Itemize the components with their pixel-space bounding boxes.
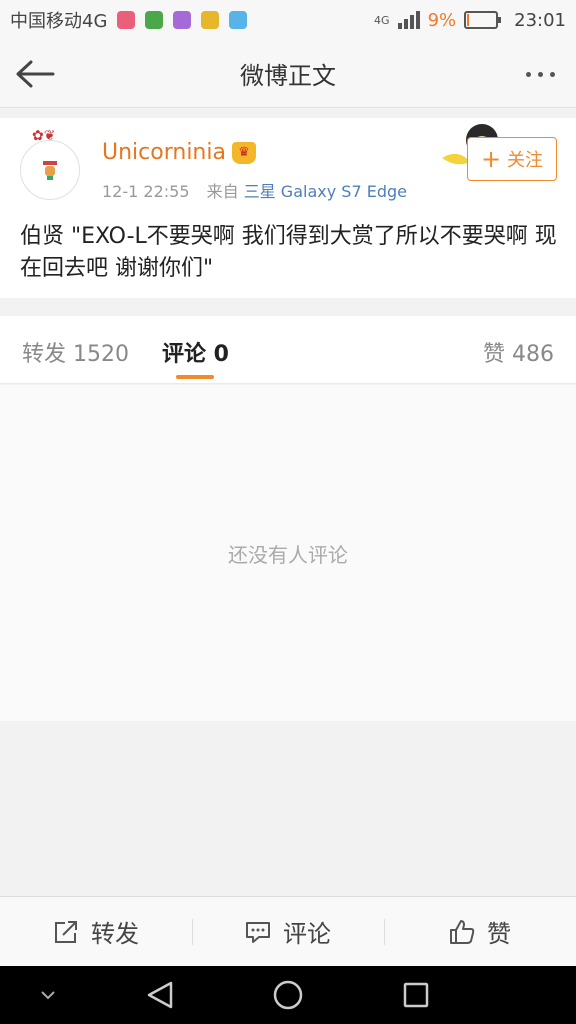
post-text: 伯贤 "EXO-L不要哭啊 我们得到大赏了所以不要哭啊 现在回去吧 谢谢你们" (20, 224, 557, 281)
follow-label: 关注 (507, 150, 544, 171)
crown-badge-icon: ♛ (231, 141, 256, 164)
plus-icon: + (480, 145, 502, 173)
comment-icon (246, 921, 270, 943)
circle-home-icon (273, 980, 303, 1010)
notification-icons (117, 11, 248, 29)
post-timestamp: 12-1 22:55 (102, 182, 190, 201)
triangle-back-icon (147, 981, 173, 1009)
status-bar: 中国移动4G 4G 9% 23:01 (0, 0, 576, 40)
tab-like[interactable]: 赞 486 (483, 336, 554, 368)
nav-back-button[interactable] (140, 966, 180, 1024)
repost-label: 转发 (91, 920, 139, 948)
like-button[interactable]: 赞 (384, 897, 576, 966)
empty-comments-text: 还没有人评论 (228, 542, 348, 567)
top-nav-bar: 微博正文 (0, 40, 576, 108)
app-notification-icon (201, 11, 220, 29)
post-meta: 12-1 22:55 来自 三星 Galaxy S7 Edge (102, 178, 407, 202)
more-dots-icon[interactable] (518, 60, 562, 88)
username[interactable]: Unicorninia (102, 140, 226, 165)
follow-button[interactable]: + 关注 (467, 137, 557, 181)
nav-recents-button[interactable] (396, 966, 436, 1024)
square-recents-icon (403, 982, 429, 1008)
app-notification-icon (173, 11, 192, 29)
bottom-action-bar: 转发 评论 赞 (0, 896, 576, 966)
system-nav-bar (0, 966, 576, 1024)
tab-repost[interactable]: 转发 1520 (22, 336, 129, 368)
post-card: ✿❦ Unicorninia ♛ 12-1 22:55 来自 三星 Galaxy… (0, 118, 576, 298)
chevron-down-icon (41, 991, 55, 1000)
interaction-tabs: 转发 1520 评论 0 赞 486 (0, 316, 576, 384)
battery-icon (464, 11, 502, 29)
thumbs-up-icon (450, 919, 475, 944)
app-notification-icon (229, 11, 248, 29)
comment-button[interactable]: 评论 (192, 897, 384, 966)
active-tab-indicator (176, 375, 214, 379)
tab-comment[interactable]: 评论 0 (162, 336, 229, 368)
comment-label: 评论 (283, 920, 331, 948)
network-type-badge: 4G (374, 13, 390, 27)
app-notification-icon (145, 11, 164, 29)
avatar[interactable] (20, 140, 80, 200)
app-notification-icon (117, 11, 136, 29)
signal-icon (397, 11, 420, 29)
repost-button[interactable]: 转发 (0, 897, 192, 966)
from-label: 来自 (206, 182, 239, 201)
repost-icon (55, 920, 77, 943)
collapse-nav-button[interactable] (30, 966, 66, 1024)
post-source-link[interactable]: 三星 Galaxy S7 Edge (244, 182, 407, 201)
like-label: 赞 (487, 920, 511, 948)
back-arrow-icon[interactable] (14, 54, 56, 94)
battery-percent: 9% (427, 9, 457, 31)
carrier-label: 中国移动4G (10, 11, 108, 32)
page-title: 微博正文 (240, 62, 336, 90)
clock: 23:01 (514, 9, 566, 31)
username-link[interactable]: Unicorninia ♛ (102, 140, 256, 165)
comments-area: 还没有人评论 (0, 385, 576, 721)
nav-home-button[interactable] (266, 966, 310, 1024)
